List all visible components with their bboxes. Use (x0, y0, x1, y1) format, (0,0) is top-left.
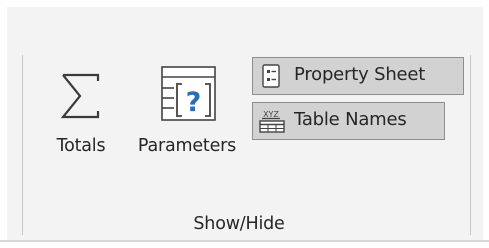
group-label: Show/Hide (193, 214, 285, 234)
parameters-label: Parameters (137, 136, 237, 156)
table-names-button[interactable]: XYZ Table Names (252, 102, 445, 140)
property-sheet-icon (258, 63, 284, 89)
totals-label: Totals (56, 136, 106, 156)
parameters-button[interactable]: ? Parameters (124, 60, 250, 172)
svg-text:?: ? (186, 87, 202, 118)
parameters-icon: ? (124, 60, 250, 128)
ribbon-bottom-border (0, 240, 489, 242)
table-names-label: Table Names (294, 109, 407, 130)
group-separator-left (22, 55, 23, 235)
group-separator-right (470, 55, 471, 235)
property-sheet-button[interactable]: Property Sheet (252, 57, 464, 95)
totals-button[interactable]: Totals (46, 60, 116, 172)
sigma-icon (46, 60, 116, 128)
table-names-icon: XYZ (258, 108, 285, 134)
svg-text:XYZ: XYZ (263, 110, 279, 119)
property-sheet-label: Property Sheet (294, 64, 426, 85)
